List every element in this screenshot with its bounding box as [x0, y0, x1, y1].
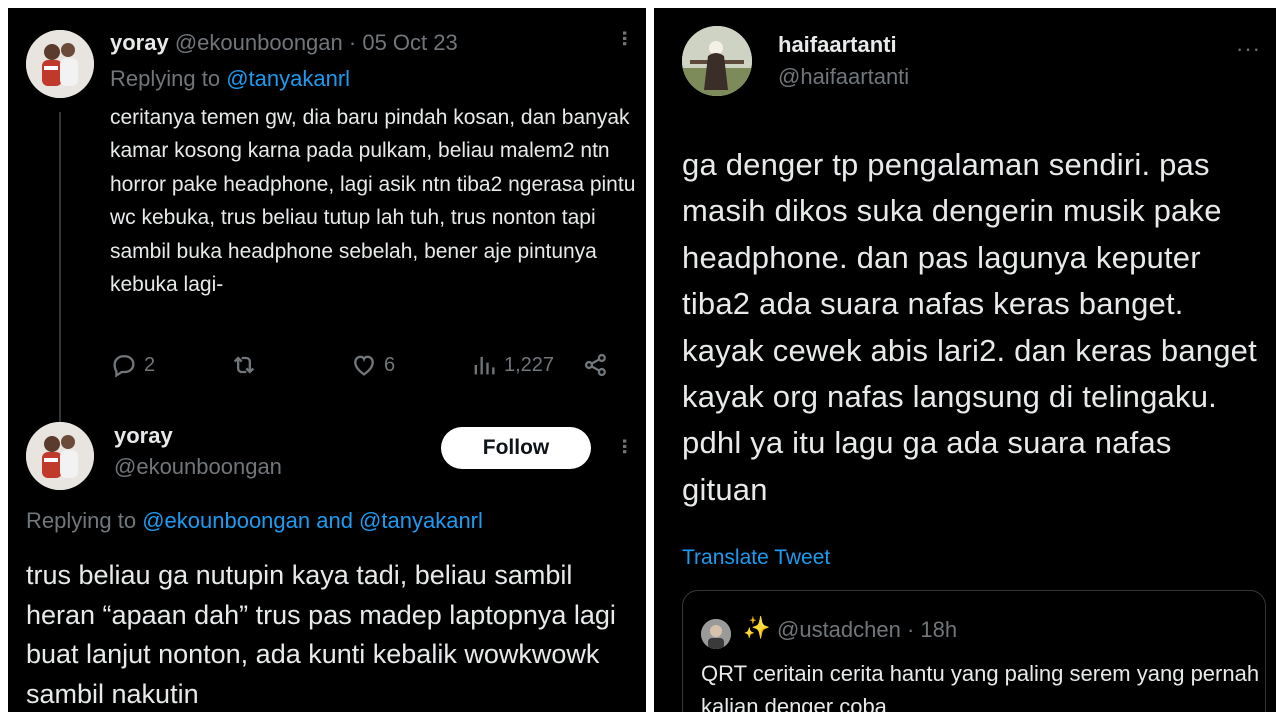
follow-button[interactable]: Follow	[441, 427, 591, 469]
replying-label: Replying to	[26, 508, 137, 533]
handle[interactable]: @ekounboongan	[114, 454, 282, 480]
quoted-handle[interactable]: @ustadchen · 18h	[777, 617, 957, 643]
avatar[interactable]	[26, 422, 94, 490]
tweet-actions: 2 6 1,227	[108, 351, 628, 385]
replying-to: Replying to @ekounboongan and @tanyakanr…	[26, 508, 483, 534]
display-name[interactable]: haifaartanti	[778, 32, 897, 58]
replying-label: Replying to	[110, 66, 221, 91]
thread-line	[59, 112, 61, 424]
translate-link[interactable]: Translate Tweet	[682, 546, 830, 570]
more-options-icon[interactable]: ···	[1236, 38, 1261, 60]
retweet-icon	[233, 356, 255, 374]
mention-link[interactable]: @tanyakanrl	[226, 66, 350, 91]
left-screenshot-panel: yoray @ekounboongan · 05 Oct 23 ··· Repl…	[8, 8, 646, 712]
reply-count: 2	[144, 353, 156, 376]
display-name[interactable]: yoray	[110, 30, 169, 55]
timestamp[interactable]: · 05 Oct 23	[349, 30, 458, 55]
handle[interactable]: @haifaartanti	[778, 64, 909, 90]
reply-button[interactable]: 2	[110, 351, 155, 379]
share-icon	[584, 353, 606, 377]
sparkle-icon: ✨	[743, 615, 771, 640]
quoted-tweet[interactable]: ✨ @ustadchen · 18h QRT ceritain cerita h…	[682, 590, 1266, 712]
retweet-button[interactable]	[230, 351, 264, 379]
replying-to: Replying to @tanyakanrl	[110, 66, 350, 92]
mention-link[interactable]: @ekounboongan and @tanyakanrl	[142, 508, 483, 533]
tweet-header: yoray @ekounboongan · 05 Oct 23	[110, 30, 458, 56]
like-button[interactable]: 6	[350, 351, 395, 379]
more-options-icon[interactable]: ···	[612, 438, 637, 454]
avatar[interactable]	[26, 30, 94, 98]
tweet-text: ceritanya temen gw, dia baru pindah kosa…	[110, 106, 636, 297]
heart-icon	[354, 355, 374, 376]
like-count: 6	[384, 353, 396, 376]
tweet-text: trus beliau ga nutupin kaya tadi, beliau…	[26, 560, 616, 709]
analytics-icon	[474, 356, 495, 375]
reply-icon	[113, 355, 135, 378]
avatar[interactable]	[701, 619, 731, 649]
more-options-icon[interactable]: ···	[612, 30, 637, 46]
quoted-text: QRT ceritain cerita hantu yang paling se…	[701, 661, 1260, 712]
tweet-text: ga denger tp pengalaman sendiri. pas mas…	[682, 147, 1257, 507]
share-button[interactable]	[582, 351, 610, 379]
avatar[interactable]	[682, 26, 752, 96]
display-name[interactable]: yoray	[114, 423, 173, 449]
view-count: 1,227	[504, 353, 555, 376]
views-button[interactable]: 1,227	[470, 351, 554, 379]
handle[interactable]: @ekounboongan	[175, 30, 343, 55]
right-screenshot-panel: haifaartanti @haifaartanti ··· ga denger…	[654, 8, 1276, 712]
